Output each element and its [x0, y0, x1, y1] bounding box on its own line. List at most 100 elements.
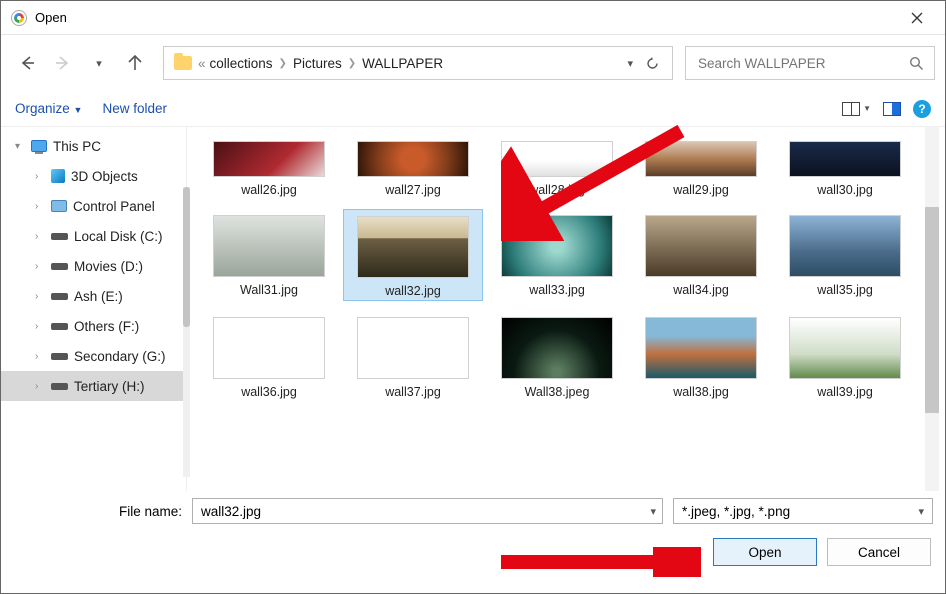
file-name: Wall31.jpg	[240, 283, 298, 297]
file-item-selected[interactable]: wall32.jpg	[343, 209, 483, 301]
tree-label: Ash (E:)	[74, 289, 123, 304]
drive-icon	[51, 353, 68, 360]
thumbnail	[213, 215, 325, 277]
path-dropdown[interactable]: ▾	[627, 57, 633, 70]
search-box[interactable]	[685, 46, 935, 80]
sidebar-item-tertiary-h[interactable]: ›Tertiary (H:)	[1, 371, 186, 401]
chevron-down-icon: ▾	[918, 505, 924, 518]
file-item[interactable]: wall39.jpg	[775, 311, 915, 401]
body: ▾ This PC ›3D Objects ›Control Panel ›Lo…	[1, 127, 945, 491]
file-name: wall30.jpg	[817, 183, 873, 197]
chevron-down-icon: ▾	[650, 505, 656, 518]
thumbnail	[501, 141, 613, 177]
file-name: wall38.jpg	[673, 385, 729, 399]
sidebar-item-secondary-g[interactable]: › Secondary (G:)	[1, 341, 186, 371]
recent-locations-button[interactable]: ▾	[83, 47, 115, 79]
organize-menu[interactable]: Organize ▼	[15, 101, 82, 116]
toolbar: Organize ▼ New folder ▼ ?	[1, 91, 945, 127]
file-item[interactable]: wall38.jpg	[631, 311, 771, 401]
tree-label: 3D Objects	[71, 169, 138, 184]
tree-label: This PC	[53, 139, 101, 154]
preview-pane-button[interactable]	[883, 102, 901, 116]
layout-icon	[842, 102, 860, 116]
open-button[interactable]: Open	[713, 538, 817, 566]
arrow-left-icon	[18, 54, 36, 72]
arrow-right-icon	[54, 54, 72, 72]
file-name: wall32.jpg	[385, 284, 441, 298]
file-item[interactable]: wall34.jpg	[631, 209, 771, 301]
thumbnail	[357, 216, 469, 278]
sidebar-item-movies-d[interactable]: › Movies (D:)	[1, 251, 186, 281]
new-folder-button[interactable]: New folder	[102, 101, 167, 116]
filetype-combo[interactable]: *.jpeg, *.jpg, *.png ▾	[673, 498, 933, 524]
refresh-icon[interactable]	[645, 56, 660, 71]
forward-button[interactable]	[47, 47, 79, 79]
close-icon	[911, 12, 923, 24]
tree-label: Control Panel	[73, 199, 155, 214]
sidebar-item-3d-objects[interactable]: › 3D Objects	[1, 161, 186, 191]
back-button[interactable]	[11, 47, 43, 79]
thumbnail	[501, 215, 613, 277]
file-name: wall35.jpg	[817, 283, 873, 297]
file-gallery: wall26.jpg wall27.jpg wall28.jpg wall29.…	[187, 127, 945, 409]
help-button[interactable]: ?	[913, 100, 931, 118]
tree-root-this-pc[interactable]: ▾ This PC	[1, 131, 186, 161]
file-item[interactable]: wall28.jpg	[487, 135, 627, 199]
chevron-right-icon: ›	[35, 321, 45, 332]
breadcrumb-item[interactable]: collections	[210, 56, 273, 71]
sidebar: ▾ This PC ›3D Objects ›Control Panel ›Lo…	[1, 127, 187, 491]
breadcrumb-item[interactable]: WALLPAPER	[362, 56, 443, 71]
drive-icon	[51, 323, 68, 330]
open-button-label: Open	[748, 545, 781, 560]
thumbnail	[789, 215, 901, 277]
filename-input[interactable]	[199, 503, 650, 520]
gallery-scrollbar-thumb[interactable]	[925, 207, 939, 413]
chevron-down-icon: ▾	[96, 57, 102, 70]
search-icon	[909, 56, 924, 71]
sidebar-item-ash-e[interactable]: ›Ash (E:)	[1, 281, 186, 311]
thumbnail	[213, 141, 325, 177]
nav-bar: ▾ « collections ❯ Pictures ❯ WALLPAPER ▾	[1, 35, 945, 91]
chevron-right-icon: ❯	[348, 58, 356, 69]
thumbnail	[501, 317, 613, 379]
close-button[interactable]	[895, 1, 939, 35]
sidebar-item-local-disk-c[interactable]: ›Local Disk (C:)	[1, 221, 186, 251]
file-item[interactable]: wall35.jpg	[775, 209, 915, 301]
view-mode-button[interactable]: ▼	[842, 102, 871, 116]
file-name: wall39.jpg	[817, 385, 873, 399]
file-item[interactable]: wall27.jpg	[343, 135, 483, 199]
file-item[interactable]: wall30.jpg	[775, 135, 915, 199]
cancel-button[interactable]: Cancel	[827, 538, 931, 566]
breadcrumb-overflow[interactable]: «	[198, 56, 206, 71]
tree-label: Secondary (G:)	[74, 349, 166, 364]
title-bar: Open	[1, 1, 945, 35]
window-title: Open	[35, 10, 895, 25]
tree-label: Movies (D:)	[74, 259, 143, 274]
address-bar[interactable]: « collections ❯ Pictures ❯ WALLPAPER ▾	[163, 46, 673, 80]
chevron-right-icon: ›	[35, 171, 45, 182]
thumbnail	[645, 215, 757, 277]
breadcrumb: « collections ❯ Pictures ❯ WALLPAPER	[198, 56, 443, 71]
breadcrumb-item[interactable]: Pictures	[293, 56, 342, 71]
chevron-right-icon: ›	[35, 231, 45, 242]
file-item[interactable]: wall36.jpg	[199, 311, 339, 401]
cancel-button-label: Cancel	[858, 545, 900, 560]
file-item[interactable]: wall33.jpg	[487, 209, 627, 301]
drive-icon	[51, 383, 68, 390]
chevron-right-icon: ›	[35, 261, 45, 272]
sidebar-item-control-panel[interactable]: ›Control Panel	[1, 191, 186, 221]
up-button[interactable]	[119, 47, 151, 79]
file-item[interactable]: Wall38.jpeg	[487, 311, 627, 401]
search-input[interactable]	[696, 55, 909, 72]
sidebar-item-others-f[interactable]: ›Others (F:)	[1, 311, 186, 341]
thumbnail	[213, 317, 325, 379]
file-item[interactable]: Wall31.jpg	[199, 209, 339, 301]
chevron-right-icon: ›	[35, 351, 45, 362]
file-item[interactable]: wall26.jpg	[199, 135, 339, 199]
file-item[interactable]: wall29.jpg	[631, 135, 771, 199]
tree-label: Tertiary (H:)	[74, 379, 145, 394]
filename-combo[interactable]: ▾	[192, 498, 663, 524]
file-item[interactable]: wall37.jpg	[343, 311, 483, 401]
pc-icon	[31, 140, 47, 152]
drive-icon	[51, 293, 68, 300]
